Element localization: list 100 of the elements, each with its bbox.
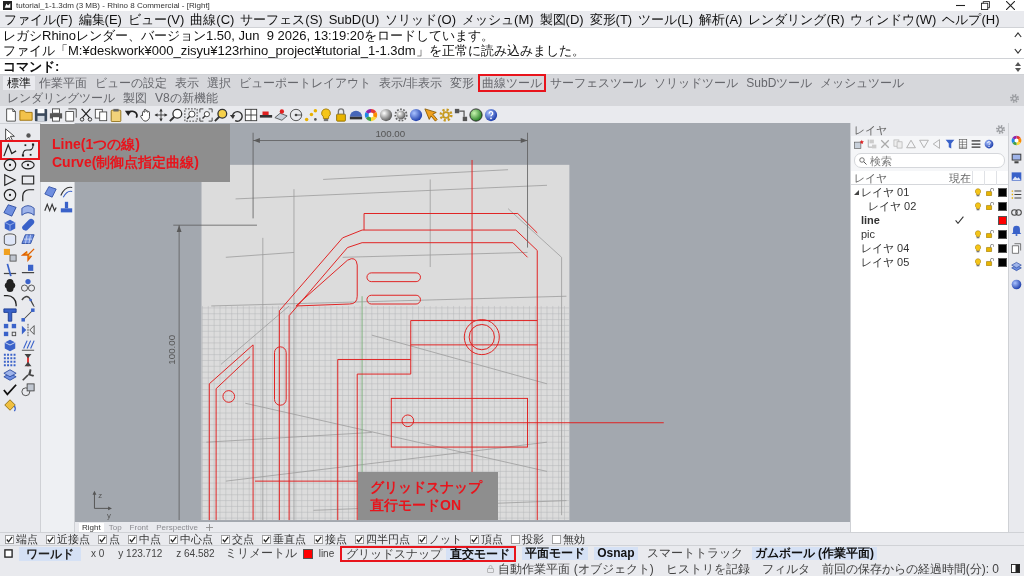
toolbar-tab[interactable]: 作業平面 [35, 76, 91, 90]
surface-icon[interactable] [21, 203, 35, 217]
checkbox[interactable] [314, 534, 323, 544]
close-icon[interactable] [1006, 1, 1015, 10]
osnap-label[interactable]: 頂点 [481, 533, 503, 545]
menu-item[interactable]: サーフェス(S) [240, 11, 323, 27]
checkbox[interactable] [262, 534, 271, 544]
panel-icon[interactable] [1011, 564, 1020, 573]
toolbar-tab[interactable]: 製図 [119, 91, 151, 105]
blob-icon[interactable] [3, 278, 17, 292]
osnap-label[interactable]: 交点 [232, 533, 254, 545]
osnap-label[interactable]: 垂直点 [273, 533, 306, 545]
status-option[interactable]: フィルタ [761, 561, 810, 576]
osnap-label[interactable]: 端点 [16, 533, 38, 545]
light-bulb-icon[interactable] [975, 257, 981, 267]
window-grid-icon[interactable] [244, 107, 258, 122]
toolbar-tab[interactable]: V8の新機能 [151, 91, 222, 105]
viewport-tab[interactable]: Right [79, 522, 104, 532]
square-icon[interactable] [4, 549, 13, 558]
polyline-icon[interactable] [3, 143, 17, 157]
t-shape-icon[interactable] [3, 308, 17, 322]
toolbar-tab[interactable]: 表示 [171, 76, 203, 90]
magnifier-icon[interactable] [169, 107, 183, 122]
layer-name[interactable]: レイヤ 04 [861, 241, 910, 255]
stamp-icon[interactable] [60, 201, 73, 214]
control-point-curve-icon[interactable] [21, 143, 35, 157]
monitor-icon[interactable] [1011, 153, 1022, 164]
new-file-icon[interactable] [4, 107, 18, 122]
checkmark-icon[interactable] [3, 383, 17, 397]
toolbar-tab[interactable]: サーフェスツール [546, 76, 651, 90]
osnap-label[interactable]: 投影 [522, 533, 544, 545]
layer-name[interactable]: レイヤ 01 [861, 185, 910, 199]
osnap-label[interactable]: 中点 [139, 533, 161, 545]
branch-icon[interactable] [21, 368, 35, 382]
menu-item[interactable]: 編集(E) [78, 11, 122, 27]
menu-item[interactable]: 変形(T) [589, 11, 633, 27]
dot-icon[interactable] [26, 132, 31, 138]
zoom-extents-icon[interactable] [199, 107, 213, 122]
units-label[interactable]: ミリメートル [224, 545, 297, 562]
expand-triangle-icon[interactable] [854, 189, 859, 195]
color-swatch[interactable] [997, 243, 1007, 253]
bell-icon[interactable] [1011, 225, 1022, 236]
menu-item[interactable]: SubD(U) [328, 11, 380, 27]
caret-up-icon[interactable] [1014, 32, 1022, 38]
command-field[interactable]: コマンド: [0, 59, 1024, 75]
status-option[interactable]: ヒストリを記録 [665, 561, 750, 576]
color-swatch[interactable] [997, 187, 1007, 197]
menu-item[interactable]: ソリッド(O) [385, 11, 457, 27]
osnap-label[interactable]: 接点 [325, 533, 347, 545]
light-bulb-icon[interactable] [975, 187, 981, 197]
magnifier-icon[interactable] [214, 107, 228, 122]
scissors-icon[interactable] [79, 107, 93, 122]
zigzag-icon[interactable] [44, 201, 57, 214]
circles-icon[interactable] [21, 278, 35, 292]
arc-icon[interactable] [21, 188, 35, 202]
restore-icon[interactable] [981, 1, 990, 10]
status-toggle[interactable]: スマートトラック [643, 547, 746, 560]
checkbox[interactable] [98, 534, 107, 544]
box-icon[interactable] [3, 218, 17, 232]
padlock-icon[interactable] [334, 107, 348, 122]
layer-color-swatch[interactable] [302, 548, 313, 559]
layer-name[interactable]: レイヤ 05 [861, 255, 910, 269]
sphere-icon[interactable] [379, 107, 393, 122]
status-toggle[interactable]: 直交モード [446, 545, 517, 562]
column-header[interactable]: 現在 [946, 171, 972, 185]
layer-name[interactable]: レイヤ 02 [868, 199, 917, 213]
corner-curve-icon[interactable] [3, 293, 17, 307]
circle-icon[interactable] [3, 188, 17, 202]
copy-icon[interactable] [94, 107, 108, 122]
ellipse-icon[interactable] [21, 158, 35, 172]
menu-item[interactable]: ヘルプ(H) [942, 11, 1000, 27]
document-icon[interactable] [1011, 243, 1022, 254]
toolbar-tab[interactable]: 変形 [446, 76, 479, 90]
status-toggle[interactable]: ガムボール (作業平面) [751, 547, 877, 560]
surface-icon[interactable] [44, 185, 57, 198]
menu-item[interactable]: ツール(L) [638, 11, 694, 27]
printer-icon[interactable] [49, 107, 63, 122]
osnap-label[interactable]: 無効 [563, 533, 585, 545]
layer-name[interactable]: line [861, 213, 880, 227]
sphere-icon[interactable] [469, 107, 483, 122]
cplane-button[interactable]: ワールド [19, 546, 81, 561]
capsule-icon[interactable] [21, 218, 35, 232]
toolbar-tab[interactable]: ソリッドツール [650, 76, 743, 90]
spinner-icon[interactable] [1015, 61, 1021, 72]
pointer-icon[interactable] [424, 107, 438, 122]
image-icon[interactable] [1011, 171, 1022, 182]
checkbox[interactable] [5, 534, 14, 544]
rings-icon[interactable] [1011, 207, 1022, 218]
hatch-icon[interactable] [21, 338, 35, 352]
cube-icon[interactable] [3, 338, 17, 352]
target-icon[interactable] [289, 107, 303, 122]
squares-icon[interactable] [3, 323, 17, 337]
status-option[interactable]: 自動作業平面 (オブジェクト) [498, 561, 654, 576]
padlock-icon[interactable] [986, 244, 994, 252]
caret-down-icon[interactable] [1014, 48, 1022, 54]
color-swatch[interactable] [997, 201, 1007, 211]
checkbox[interactable] [552, 534, 561, 544]
padlock-icon[interactable] [986, 202, 994, 210]
menu-item[interactable]: ビュー(V) [127, 11, 185, 27]
light-bulb-icon[interactable] [975, 243, 981, 253]
